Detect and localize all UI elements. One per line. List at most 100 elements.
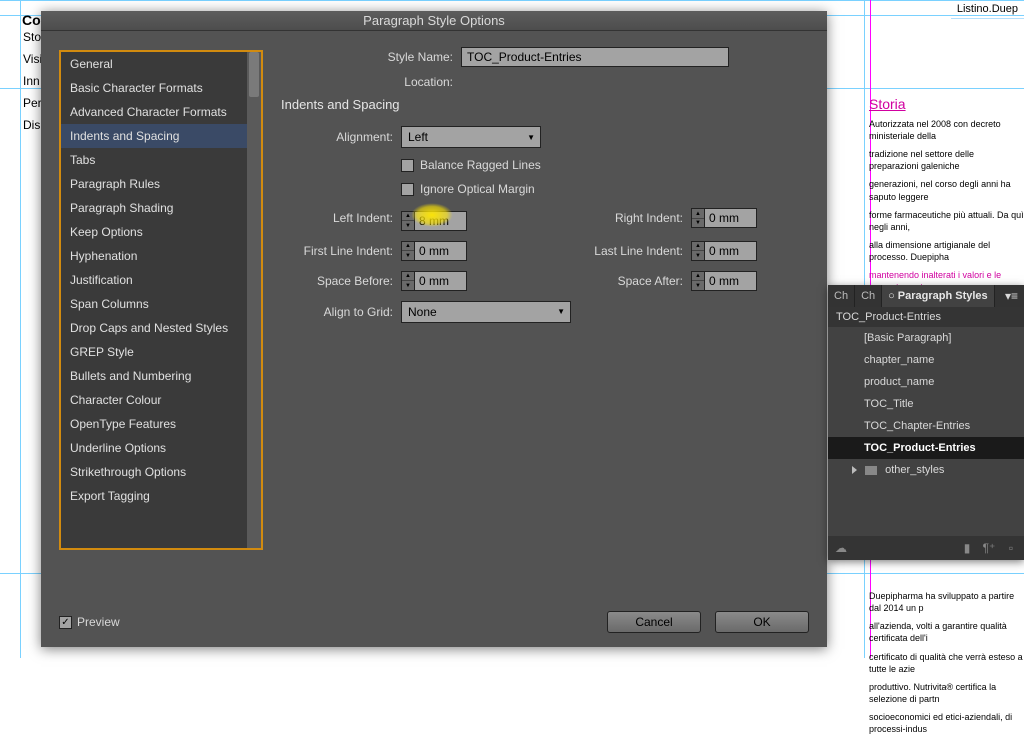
last-line-input[interactable] <box>705 241 757 261</box>
sidebar-item-rules[interactable]: Paragraph Rules <box>61 172 261 196</box>
space-before-input[interactable] <box>415 271 467 291</box>
paragraph-styles-panel: Ch Ch ○Paragraph Styles ▾≡ TOC_Product-E… <box>828 285 1024 560</box>
clear-overrides-icon[interactable]: ¶⁺ <box>982 541 996 555</box>
body-text: produttivo. Nutrivita® certifica la sele… <box>869 681 1024 705</box>
scrollbar-thumb[interactable] <box>249 52 259 97</box>
dialog-main: Style Name: Location: Indents and Spacin… <box>281 47 809 323</box>
first-line-spinner[interactable]: ▲▼ <box>401 241 551 261</box>
right-indent-spinner[interactable]: ▲▼ <box>691 208 841 228</box>
sidebar-item-opentype[interactable]: OpenType Features <box>61 412 261 436</box>
space-before-label: Space Before: <box>281 274 401 288</box>
sidebar-item-dropcaps[interactable]: Drop Caps and Nested Styles <box>61 316 261 340</box>
folder-icon <box>865 466 877 475</box>
panel-menu-icon[interactable]: ▾≡ <box>999 285 1024 307</box>
first-line-input[interactable] <box>415 241 467 261</box>
sidebar-item-hyphenation[interactable]: Hyphenation <box>61 244 261 268</box>
last-line-label: Last Line Indent: <box>551 244 691 258</box>
sidebar-item-color[interactable]: Character Colour <box>61 388 261 412</box>
preview-checkbox[interactable]: ✓ <box>59 616 72 629</box>
style-toc-title[interactable]: TOC_Title <box>828 393 1024 415</box>
left-indent-spinner[interactable]: ▲▼ <box>401 211 467 231</box>
category-sidebar: General Basic Character Formats Advanced… <box>59 50 263 550</box>
ok-button[interactable]: OK <box>715 611 809 633</box>
sidebar-item-basic-char[interactable]: Basic Character Formats <box>61 76 261 100</box>
alignment-label: Alignment: <box>281 130 401 144</box>
sidebar-item-keep[interactable]: Keep Options <box>61 220 261 244</box>
sidebar-item-tabs[interactable]: Tabs <box>61 148 261 172</box>
sidebar-item-justification[interactable]: Justification <box>61 268 261 292</box>
align-grid-label: Align to Grid: <box>281 305 401 319</box>
new-style-icon[interactable]: ▫ <box>1004 541 1018 555</box>
preview-label: Preview <box>77 615 120 629</box>
sidebar-item-bullets[interactable]: Bullets and Numbering <box>61 364 261 388</box>
sidebar-item-shading[interactable]: Paragraph Shading <box>61 196 261 220</box>
style-toc-chapter[interactable]: TOC_Chapter-Entries <box>828 415 1024 437</box>
style-name-input[interactable] <box>461 47 729 67</box>
section-heading: Indents and Spacing <box>281 97 809 112</box>
body-text: certificato di qualità che verrà esteso … <box>869 651 1024 675</box>
space-after-spinner[interactable]: ▲▼ <box>691 271 841 291</box>
tab-paragraph-styles[interactable]: ○Paragraph Styles <box>882 285 995 307</box>
right-indent-label: Right Indent: <box>551 211 691 225</box>
space-before-spinner[interactable]: ▲▼ <box>401 271 551 291</box>
alignment-dropdown[interactable]: Left <box>401 126 541 148</box>
sync-icon[interactable]: ☁ <box>834 541 848 555</box>
sidebar-item-export[interactable]: Export Tagging <box>61 484 261 508</box>
styles-list: [Basic Paragraph] chapter_name product_n… <box>828 327 1024 481</box>
style-folder-other[interactable]: other_styles <box>828 459 1024 481</box>
sidebar-scrollbar[interactable] <box>247 52 261 548</box>
body-text: Duepipharma ha sviluppato a partire dal … <box>869 590 1024 614</box>
align-grid-value: None <box>408 305 437 319</box>
body-text: tradizione nel settore delle preparazion… <box>869 148 1024 172</box>
cancel-button[interactable]: Cancel <box>607 611 701 633</box>
dialog-bottom-bar: ✓ Preview Cancel OK <box>59 611 809 633</box>
storia-heading: Storia <box>869 95 1024 114</box>
dialog-title: Paragraph Style Options <box>41 11 827 31</box>
ignore-label: Ignore Optical Margin <box>420 182 535 196</box>
body-text: socioeconomici ed etici-aziendali, di pr… <box>869 711 1024 735</box>
panel-tabs: Ch Ch ○Paragraph Styles ▾≡ <box>828 285 1024 307</box>
folder-label: other_styles <box>885 464 944 476</box>
style-toc-product[interactable]: TOC_Product-Entries <box>828 437 1024 459</box>
sidebar-item-grep[interactable]: GREP Style <box>61 340 261 364</box>
doc-bottom-text: Duepipharma ha sviluppato a partire dal … <box>869 590 1024 741</box>
tab-ch2[interactable]: Ch <box>855 285 882 307</box>
align-grid-dropdown[interactable]: None <box>401 301 571 323</box>
sidebar-item-indents[interactable]: Indents and Spacing <box>61 124 261 148</box>
body-text: all'azienda, volti a garantire qualità c… <box>869 620 1024 644</box>
doc-heading-co: Co <box>22 12 41 28</box>
left-indent-input[interactable] <box>415 211 467 231</box>
left-indent-label: Left Indent: <box>281 211 401 225</box>
body-text: alla dimensione artigianale del processo… <box>869 239 1024 263</box>
sidebar-item-strike[interactable]: Strikethrough Options <box>61 460 261 484</box>
panel-current-style: TOC_Product-Entries <box>828 307 1024 327</box>
body-text: Autorizzata nel 2008 con decreto ministe… <box>869 118 1024 142</box>
style-basic-paragraph[interactable]: [Basic Paragraph] <box>828 327 1024 349</box>
location-label: Location: <box>281 75 461 89</box>
style-chapter-name[interactable]: chapter_name <box>828 349 1024 371</box>
sidebar-item-underline[interactable]: Underline Options <box>61 436 261 460</box>
doc-filename: Listino.Duep <box>957 3 1018 15</box>
balance-label: Balance Ragged Lines <box>420 158 541 172</box>
disclosure-icon <box>852 466 857 474</box>
doc-header: Listino.Duep <box>951 0 1024 19</box>
style-product-name[interactable]: product_name <box>828 371 1024 393</box>
space-after-input[interactable] <box>705 271 757 291</box>
balance-checkbox[interactable] <box>401 159 414 172</box>
folder-icon[interactable]: ▮ <box>960 541 974 555</box>
first-line-label: First Line Indent: <box>281 244 401 258</box>
panel-footer: ☁ ▮ ¶⁺ ▫ <box>828 536 1024 560</box>
sidebar-item-general[interactable]: General <box>61 52 261 76</box>
space-after-label: Space After: <box>551 274 691 288</box>
sidebar-item-span[interactable]: Span Columns <box>61 292 261 316</box>
right-indent-input[interactable] <box>705 208 757 228</box>
ignore-checkbox[interactable] <box>401 183 414 196</box>
paragraph-style-options-dialog: Paragraph Style Options General Basic Ch… <box>41 11 827 647</box>
preview-checkbox-row[interactable]: ✓ Preview <box>59 615 120 629</box>
alignment-value: Left <box>408 130 428 144</box>
sidebar-item-adv-char[interactable]: Advanced Character Formats <box>61 100 261 124</box>
body-text: generazioni, nel corso degli anni ha sap… <box>869 178 1024 202</box>
tab-ch1[interactable]: Ch <box>828 285 855 307</box>
last-line-spinner[interactable]: ▲▼ <box>691 241 841 261</box>
style-name-label: Style Name: <box>281 50 461 64</box>
